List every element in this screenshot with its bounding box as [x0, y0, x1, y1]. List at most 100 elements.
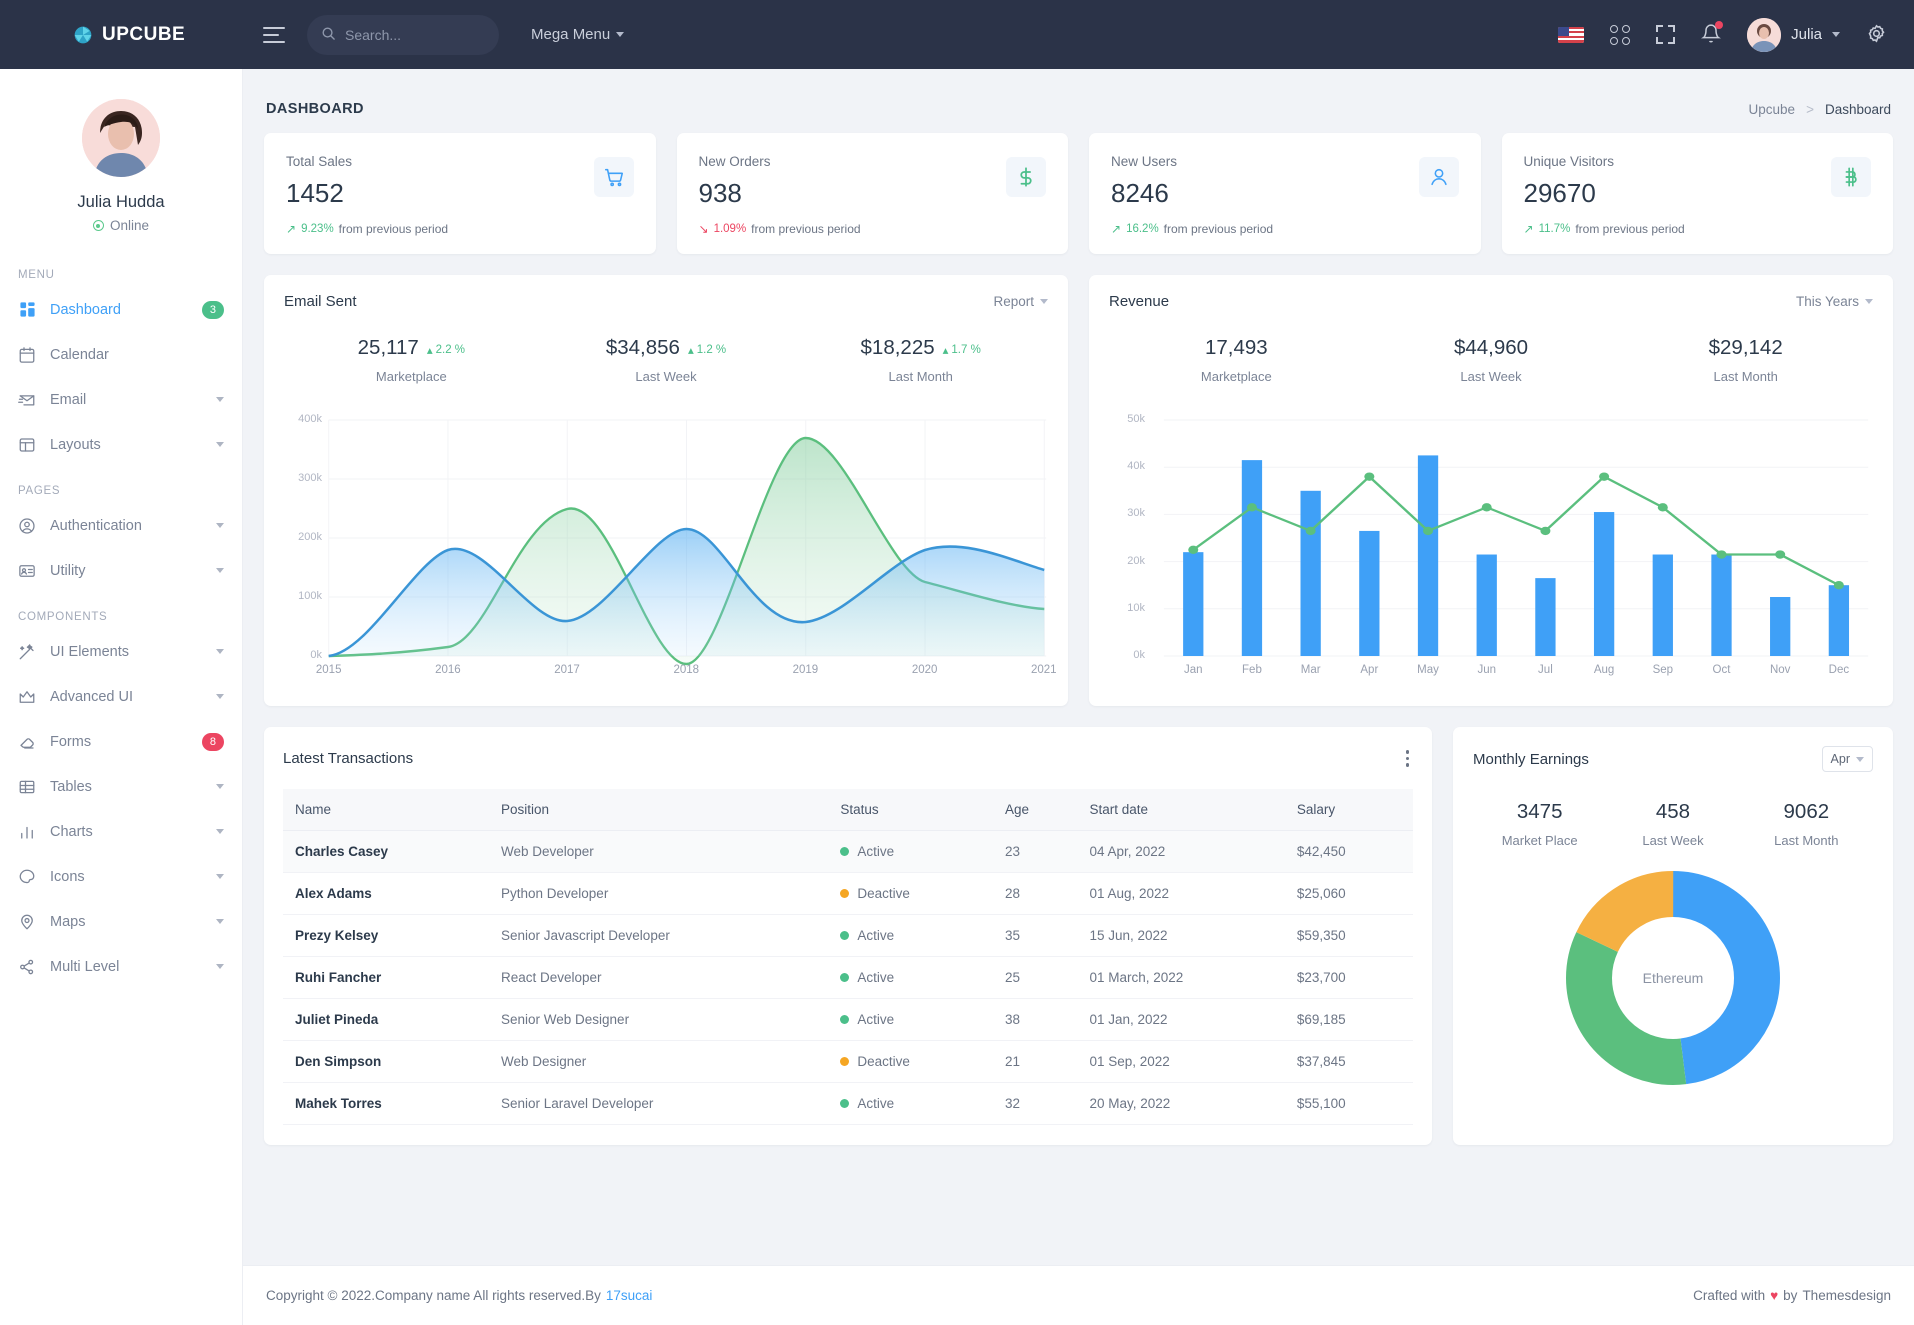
search-input[interactable] — [345, 27, 485, 43]
kebab-menu-icon[interactable] — [1402, 746, 1414, 771]
revenue-chart: 50k40k30k20k10k0k JanFebMarAprMayJunJulA… — [1109, 402, 1873, 692]
table-row[interactable]: Mahek TorresSenior Laravel DeveloperActi… — [283, 1082, 1413, 1124]
kpi-delta: ▴1.2 % — [688, 343, 726, 357]
online-status-icon — [93, 220, 104, 231]
table-column-header: Age — [993, 789, 1078, 831]
revenue-kpi: 17,493 Marketplace — [1109, 336, 1364, 384]
x-axis-tick: Nov — [1770, 664, 1790, 676]
sidebar-item-dashboard[interactable]: Dashboard3 — [0, 287, 242, 332]
cell-name: Charles Casey — [283, 830, 489, 872]
sidebar-item-layouts[interactable]: Layouts — [0, 422, 242, 467]
y-axis-tick: 30k — [1111, 507, 1145, 519]
sidebar-item-email[interactable]: Email — [0, 377, 242, 422]
table-row[interactable]: Charles CaseyWeb DeveloperActive2304 Apr… — [283, 830, 1413, 872]
table-row[interactable]: Juliet PinedaSenior Web DesignerActive38… — [283, 998, 1413, 1040]
hamburger-icon[interactable] — [263, 27, 285, 43]
sidebar-item-multi-level[interactable]: Multi Level — [0, 944, 242, 989]
table-row[interactable]: Ruhi FancherReact DeveloperActive2501 Ma… — [283, 956, 1413, 998]
breadcrumb-root[interactable]: Upcube — [1749, 102, 1796, 117]
revenue-period-label: This Years — [1796, 294, 1859, 309]
cell-age: 25 — [993, 956, 1078, 998]
cell-salary: $23,700 — [1285, 956, 1413, 998]
dashboard-icon — [18, 301, 36, 319]
stat-card-total-sales: Total Sales1452↗9.23%from previous perio… — [264, 133, 656, 254]
stat-card-pct: 11.7% — [1539, 223, 1571, 235]
cell-name: Ruhi Fancher — [283, 956, 489, 998]
user-menu[interactable]: Julia — [1747, 18, 1840, 52]
gear-icon[interactable] — [1866, 23, 1887, 47]
revenue-bar — [1183, 552, 1203, 656]
cell-start-date: 01 Jan, 2022 — [1077, 998, 1284, 1040]
x-axis-tick: 2016 — [435, 664, 461, 676]
footer-brand: Themesdesign — [1802, 1288, 1891, 1303]
footer-link[interactable]: 17sucai — [606, 1288, 653, 1303]
kpi-value: $18,225 — [861, 336, 935, 360]
sidebar-item-calendar[interactable]: Calendar — [0, 332, 242, 377]
cell-start-date: 01 Sep, 2022 — [1077, 1040, 1284, 1082]
email-sent-report-dropdown[interactable]: Report — [993, 294, 1048, 309]
sidebar-item-ui-elements[interactable]: UI Elements — [0, 629, 242, 674]
kpi-caption: Marketplace — [1109, 369, 1364, 384]
brand-logo-area[interactable]: UPCUBE — [0, 24, 243, 46]
status-dot-icon — [840, 931, 849, 940]
kpi-value: $44,960 — [1454, 336, 1528, 360]
x-axis-tick: 2020 — [912, 664, 938, 676]
table-row[interactable]: Prezy KelseySenior Javascript DeveloperA… — [283, 914, 1413, 956]
table-row[interactable]: Alex AdamsPython DeveloperDeactive2801 A… — [283, 872, 1413, 914]
sidebar-item-utility[interactable]: Utility — [0, 548, 242, 593]
stat-card-value: 938 — [699, 178, 1047, 209]
sidebar-item-advanced-ui[interactable]: Advanced UI — [0, 674, 242, 719]
chevron-down-icon — [216, 829, 224, 834]
magic-wand-icon — [18, 643, 36, 661]
x-axis-tick: Feb — [1242, 664, 1262, 676]
cell-start-date: 15 Jun, 2022 — [1077, 914, 1284, 956]
sidebar-item-maps[interactable]: Maps — [0, 899, 242, 944]
x-axis-tick: Jun — [1477, 664, 1496, 676]
sidebar-item-charts[interactable]: Charts — [0, 809, 242, 854]
status-badge: Active — [840, 928, 981, 943]
stat-card-pct: 9.23% — [301, 223, 334, 235]
x-axis-tick: Jan — [1184, 664, 1203, 676]
revenue-trend-line — [1193, 477, 1839, 586]
map-pin-icon — [18, 913, 36, 931]
revenue-trend-point — [1775, 550, 1785, 558]
table-header-row: NamePositionStatusAgeStart dateSalary — [283, 789, 1413, 831]
chevron-down-icon — [1832, 32, 1840, 37]
monthly-earnings-kpi: 458Last Week — [1606, 800, 1739, 848]
sidebar-item-forms[interactable]: Forms8 — [0, 719, 242, 764]
status-label: Active — [857, 970, 894, 985]
cell-name: Den Simpson — [283, 1040, 489, 1082]
month-select[interactable]: Apr — [1822, 746, 1873, 772]
sidebar-item-tables[interactable]: Tables — [0, 764, 242, 809]
cell-name: Mahek Torres — [283, 1082, 489, 1124]
table-row[interactable]: Den SimpsonWeb DesignerDeactive2101 Sep,… — [283, 1040, 1413, 1082]
sidebar-item-icons[interactable]: Icons — [0, 854, 242, 899]
sidebar-item-authentication[interactable]: Authentication — [0, 503, 242, 548]
flag-us-icon[interactable] — [1558, 27, 1584, 43]
revenue-header: Revenue This Years — [1109, 293, 1873, 310]
cell-salary: $55,100 — [1285, 1082, 1413, 1124]
kpi-value: 17,493 — [1205, 336, 1268, 360]
cell-status: Active — [828, 1082, 993, 1124]
status-dot-icon — [840, 973, 849, 982]
calendar-icon — [18, 346, 36, 364]
trend-down-icon: ↘ — [699, 223, 709, 235]
cell-salary: $59,350 — [1285, 914, 1413, 956]
profile-avatar[interactable] — [82, 99, 160, 177]
revenue-period-dropdown[interactable]: This Years — [1796, 294, 1873, 309]
chevron-down-icon — [216, 964, 224, 969]
revenue-trend-point — [1482, 503, 1492, 511]
x-axis-tick: Oct — [1713, 664, 1731, 676]
stat-card-footer: ↗11.7%from previous period — [1524, 222, 1872, 236]
mega-menu-button[interactable]: Mega Menu — [531, 26, 624, 43]
search-box[interactable] — [307, 15, 499, 55]
sidebar-nav: MENUDashboard3CalendarEmailLayoutsPAGESA… — [0, 251, 242, 989]
fullscreen-icon[interactable] — [1656, 25, 1675, 44]
heart-icon: ♥ — [1770, 1288, 1778, 1303]
apps-grid-icon[interactable] — [1610, 25, 1630, 45]
y-axis-tick: 10k — [1111, 602, 1145, 614]
stat-card-new-users: New Users8246↗16.2%from previous period — [1089, 133, 1481, 254]
sidebar: Julia Hudda Online MENUDashboard3Calenda… — [0, 69, 243, 1325]
app-root: UPCUBE Mega Menu — [0, 0, 1914, 1325]
bell-icon[interactable] — [1701, 23, 1721, 47]
